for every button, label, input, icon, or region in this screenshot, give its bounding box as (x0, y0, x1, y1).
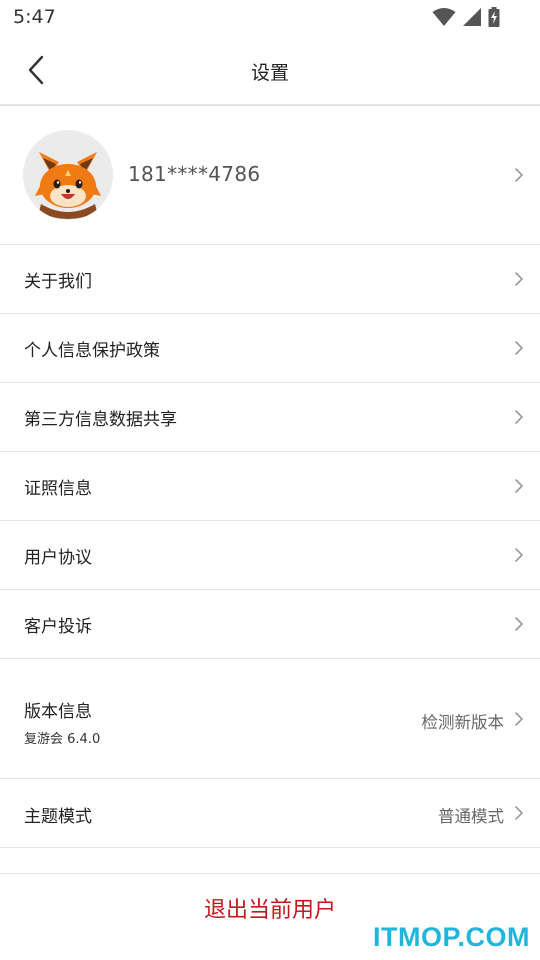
chevron-right-icon (515, 410, 523, 424)
nav-bar: 设置 (0, 36, 540, 104)
menu-item-version[interactable]: 版本信息 复游会 6.4.0 检测新版本 (0, 658, 540, 778)
menu-item-license-info[interactable]: 证照信息 (0, 451, 540, 520)
chevron-right-icon (515, 272, 523, 286)
menu-item-label: 个人信息保护政策 (24, 341, 160, 361)
version-number: 复游会 6.4.0 (24, 732, 101, 747)
chevron-right-icon (515, 479, 523, 493)
wifi-icon (432, 8, 456, 26)
menu-item-about[interactable]: 关于我们 (0, 244, 540, 313)
menu-item-label: 版本信息 (24, 702, 92, 722)
menu-item-user-agreement[interactable]: 用户协议 (0, 520, 540, 589)
chevron-right-icon (515, 168, 523, 182)
menu-item-label: 主题模式 (24, 807, 92, 827)
profile-row[interactable]: 181****4786 (0, 106, 540, 244)
chevron-right-icon (515, 548, 523, 562)
check-update-link[interactable]: 检测新版本 (422, 709, 505, 733)
menu-item-third-party-sharing[interactable]: 第三方信息数据共享 (0, 382, 540, 451)
menu-item-label: 证照信息 (24, 479, 92, 499)
watermark: ITMOP.COM (372, 922, 530, 952)
battery-charging-icon (488, 7, 500, 27)
menu-item-label: 第三方信息数据共享 (24, 410, 177, 430)
chevron-right-icon (515, 806, 523, 820)
page-title: 设置 (250, 62, 289, 84)
status-time: 5:47 (13, 6, 56, 28)
menu-item-theme-mode[interactable]: 主题模式 普通模式 (0, 778, 540, 848)
fox-avatar-icon (35, 152, 101, 219)
menu-item-label: 客户投诉 (24, 617, 92, 637)
logout-button[interactable]: 退出当前用户 (0, 892, 540, 924)
phone-number: 181****4786 (128, 162, 261, 186)
menu-item-complaint[interactable]: 客户投诉 (0, 589, 540, 658)
theme-mode-value: 普通模式 (438, 807, 504, 826)
menu-item-label: 用户协议 (24, 548, 92, 568)
chevron-right-icon (515, 341, 523, 355)
signal-icon (463, 8, 481, 26)
status-bar: 5:47 (0, 0, 540, 36)
chevron-right-icon (515, 712, 523, 726)
menu-item-label: 关于我们 (24, 272, 92, 292)
logout-area: 退出当前用户 ITMOP.COM (0, 873, 540, 960)
chevron-right-icon (515, 617, 523, 631)
menu-item-privacy[interactable]: 个人信息保护政策 (0, 313, 540, 382)
avatar (23, 130, 113, 220)
status-icons (432, 7, 500, 27)
